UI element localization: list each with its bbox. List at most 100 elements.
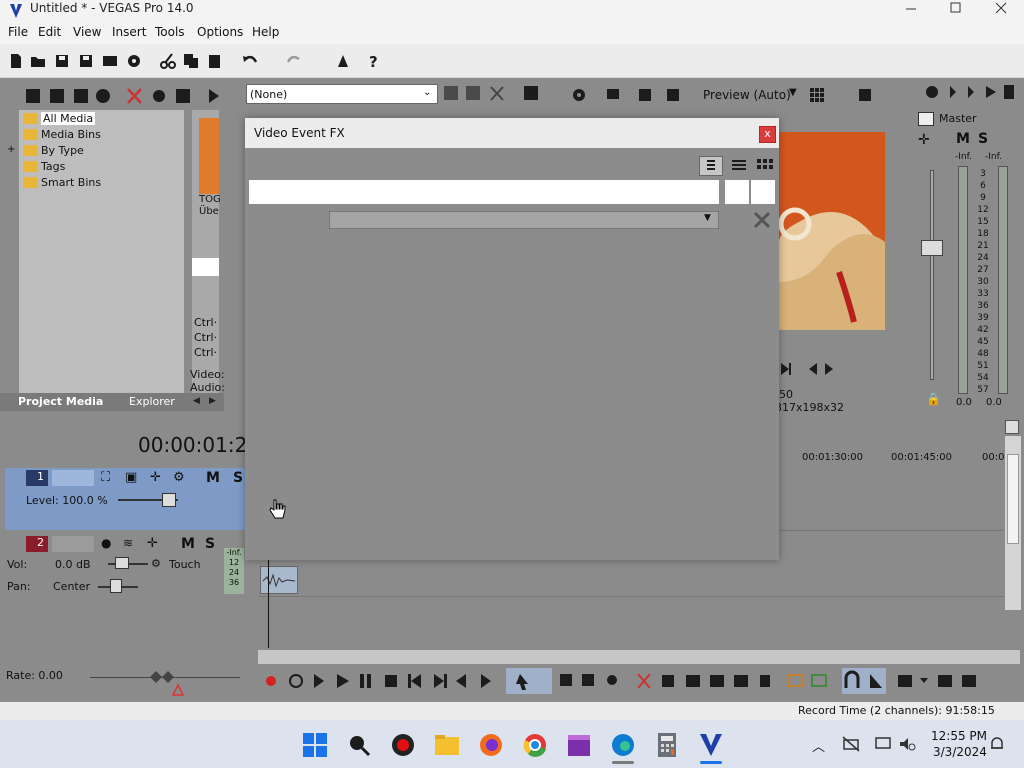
track-composite-icon[interactable]: ✛ bbox=[150, 470, 161, 485]
delete-preset-icon[interactable] bbox=[753, 211, 771, 229]
save-as-icon[interactable] bbox=[78, 53, 94, 69]
render-as-icon[interactable] bbox=[102, 53, 118, 69]
tree-smart-bins[interactable]: Smart Bins bbox=[41, 176, 101, 189]
clapperboard-app-icon[interactable] bbox=[566, 732, 592, 758]
copy-snapshot-icon[interactable] bbox=[857, 87, 873, 103]
maximize-button[interactable] bbox=[943, 0, 969, 22]
new-project-icon[interactable] bbox=[8, 53, 24, 69]
edge-icon[interactable] bbox=[610, 732, 636, 758]
overlays-icon[interactable] bbox=[665, 87, 681, 103]
taskbar-date[interactable]: 3/3/2024 bbox=[933, 745, 987, 759]
trimmer-selector[interactable]: (None) ⌄ bbox=[246, 84, 438, 104]
firefox-icon[interactable] bbox=[478, 732, 504, 758]
automation-settings-icon[interactable]: ⚙ bbox=[151, 557, 161, 570]
view-mode-list-icon[interactable] bbox=[699, 156, 723, 176]
tree-media-bins[interactable]: Media Bins bbox=[41, 128, 101, 141]
tree-tags[interactable]: Tags bbox=[41, 160, 65, 173]
tree-all-media[interactable]: All Media bbox=[41, 112, 96, 125]
menu-view[interactable]: View bbox=[73, 25, 101, 39]
copy-icon[interactable] bbox=[183, 53, 199, 69]
menu-help[interactable]: Help bbox=[252, 25, 279, 39]
file-explorer-icon[interactable] bbox=[434, 732, 460, 758]
menu-edit[interactable]: Edit bbox=[38, 25, 61, 39]
pan-slider-handle[interactable] bbox=[110, 579, 122, 593]
display-icon[interactable] bbox=[874, 736, 892, 752]
whats-this-help-icon[interactable]: ? bbox=[366, 53, 382, 69]
close-window-button[interactable] bbox=[988, 0, 1014, 22]
touch-mode-label[interactable]: Touch bbox=[169, 558, 201, 571]
show-hidden-icons-icon[interactable]: ︿ bbox=[812, 736, 825, 755]
dialog-title-bar[interactable]: Video Event FX x bbox=[245, 118, 779, 148]
track-motion-icon[interactable]: ⛶ bbox=[101, 470, 110, 485]
notification-bell-icon[interactable] bbox=[988, 735, 1006, 753]
cut-icon[interactable] bbox=[160, 53, 176, 69]
preview-quality-label[interactable]: Preview (Auto) bbox=[703, 88, 791, 102]
vertical-scroll-thumb[interactable] bbox=[1007, 454, 1019, 544]
track-settings-icon[interactable]: ⚙ bbox=[173, 470, 185, 485]
audio-event-clip[interactable] bbox=[260, 566, 298, 594]
menu-file[interactable]: File bbox=[8, 25, 28, 39]
save-icon[interactable] bbox=[54, 53, 70, 69]
track-1-solo-button[interactable]: S bbox=[233, 470, 243, 486]
preview-properties-icon[interactable] bbox=[571, 87, 587, 103]
taskbar-clock[interactable]: 12:55 PM bbox=[931, 729, 987, 743]
lock-icon[interactable]: 🔒 bbox=[926, 392, 941, 406]
track-1-name-field[interactable] bbox=[52, 470, 94, 486]
tab-explorer[interactable]: Explorer bbox=[129, 395, 175, 408]
master-fx-icon[interactable]: ✛ bbox=[918, 132, 930, 148]
network-disconnected-icon[interactable] bbox=[842, 736, 860, 752]
properties-gear-icon[interactable] bbox=[126, 53, 142, 69]
view-mode-grid-icon[interactable] bbox=[754, 156, 776, 176]
track-1-mute-button[interactable]: M bbox=[206, 470, 220, 486]
track-2-solo-button[interactable]: S bbox=[205, 536, 215, 552]
media-thumbnail[interactable] bbox=[199, 118, 219, 194]
fx-chain-remove-slot[interactable] bbox=[751, 180, 775, 204]
enable-snapping-icon[interactable] bbox=[335, 53, 351, 69]
screen-recorder-icon[interactable] bbox=[390, 732, 416, 758]
open-icon[interactable] bbox=[30, 53, 46, 69]
marker-toggle-icon[interactable] bbox=[1005, 420, 1019, 434]
track-2-mute-button[interactable]: M bbox=[181, 536, 195, 552]
start-windows-icon[interactable] bbox=[302, 732, 328, 758]
timeline-horizontal-scrollbar[interactable] bbox=[258, 650, 1020, 664]
tab-project-media[interactable]: Project Media bbox=[18, 395, 103, 408]
level-slider-handle[interactable] bbox=[162, 493, 176, 507]
menu-insert[interactable]: Insert bbox=[112, 25, 146, 39]
volume-slider-handle[interactable] bbox=[115, 557, 129, 569]
undo-icon[interactable] bbox=[242, 53, 258, 69]
rate-slider-handle[interactable] bbox=[150, 670, 174, 684]
invert-phase-icon[interactable]: ≋ bbox=[123, 536, 133, 550]
master-mute-button[interactable]: M bbox=[956, 131, 970, 147]
external-monitor-icon[interactable] bbox=[605, 87, 621, 103]
audio-track-header[interactable]: 2 ● ≋ ✛ M S Vol: 0.0 dB ⚙ Touch Pan: Cen… bbox=[5, 534, 245, 596]
dialog-close-button[interactable]: x bbox=[759, 126, 776, 143]
track-fx-icon[interactable]: ✛ bbox=[147, 536, 158, 551]
view-mode-details-icon[interactable] bbox=[728, 156, 750, 176]
split-screen-icon[interactable] bbox=[637, 87, 653, 103]
calculator-icon[interactable] bbox=[654, 732, 680, 758]
tree-by-type[interactable]: By Type bbox=[41, 144, 84, 157]
fx-chain-add-slot[interactable] bbox=[725, 180, 749, 204]
track-2-name-field[interactable] bbox=[52, 536, 94, 552]
video-track-header[interactable]: 1 ⛶ ▣ ✛ ⚙ M S Level: 100.0 % bbox=[5, 468, 245, 530]
fx-chain-bar[interactable] bbox=[249, 180, 719, 204]
master-solo-button[interactable]: S bbox=[978, 131, 988, 147]
master-select-icon[interactable] bbox=[918, 112, 934, 126]
fx-preset-dropdown[interactable]: ▼ bbox=[329, 211, 719, 229]
timeline-ruler[interactable]: 00:01:30:00 00:01:45:00 00:0 bbox=[780, 448, 1004, 468]
menu-tools[interactable]: Tools bbox=[155, 25, 185, 39]
menu-options[interactable]: Options bbox=[197, 25, 243, 39]
speaker-muted-icon[interactable] bbox=[898, 736, 916, 752]
expand-by-type-icon[interactable]: + bbox=[7, 144, 15, 155]
arm-record-icon[interactable]: ● bbox=[101, 536, 111, 550]
search-icon[interactable] bbox=[346, 732, 372, 758]
master-fader-handle[interactable] bbox=[921, 240, 943, 256]
tab-scroll-left-icon[interactable]: ◀ bbox=[193, 396, 200, 406]
minimize-button[interactable] bbox=[898, 0, 924, 22]
grid-icon[interactable] bbox=[809, 87, 825, 103]
chrome-icon[interactable] bbox=[522, 732, 548, 758]
tab-scroll-right-icon[interactable]: ▶ bbox=[209, 396, 216, 406]
paste-icon[interactable] bbox=[207, 53, 223, 69]
track-fx-icon[interactable]: ▣ bbox=[125, 470, 137, 485]
timeline-vertical-scrollbar[interactable] bbox=[1005, 436, 1021, 610]
